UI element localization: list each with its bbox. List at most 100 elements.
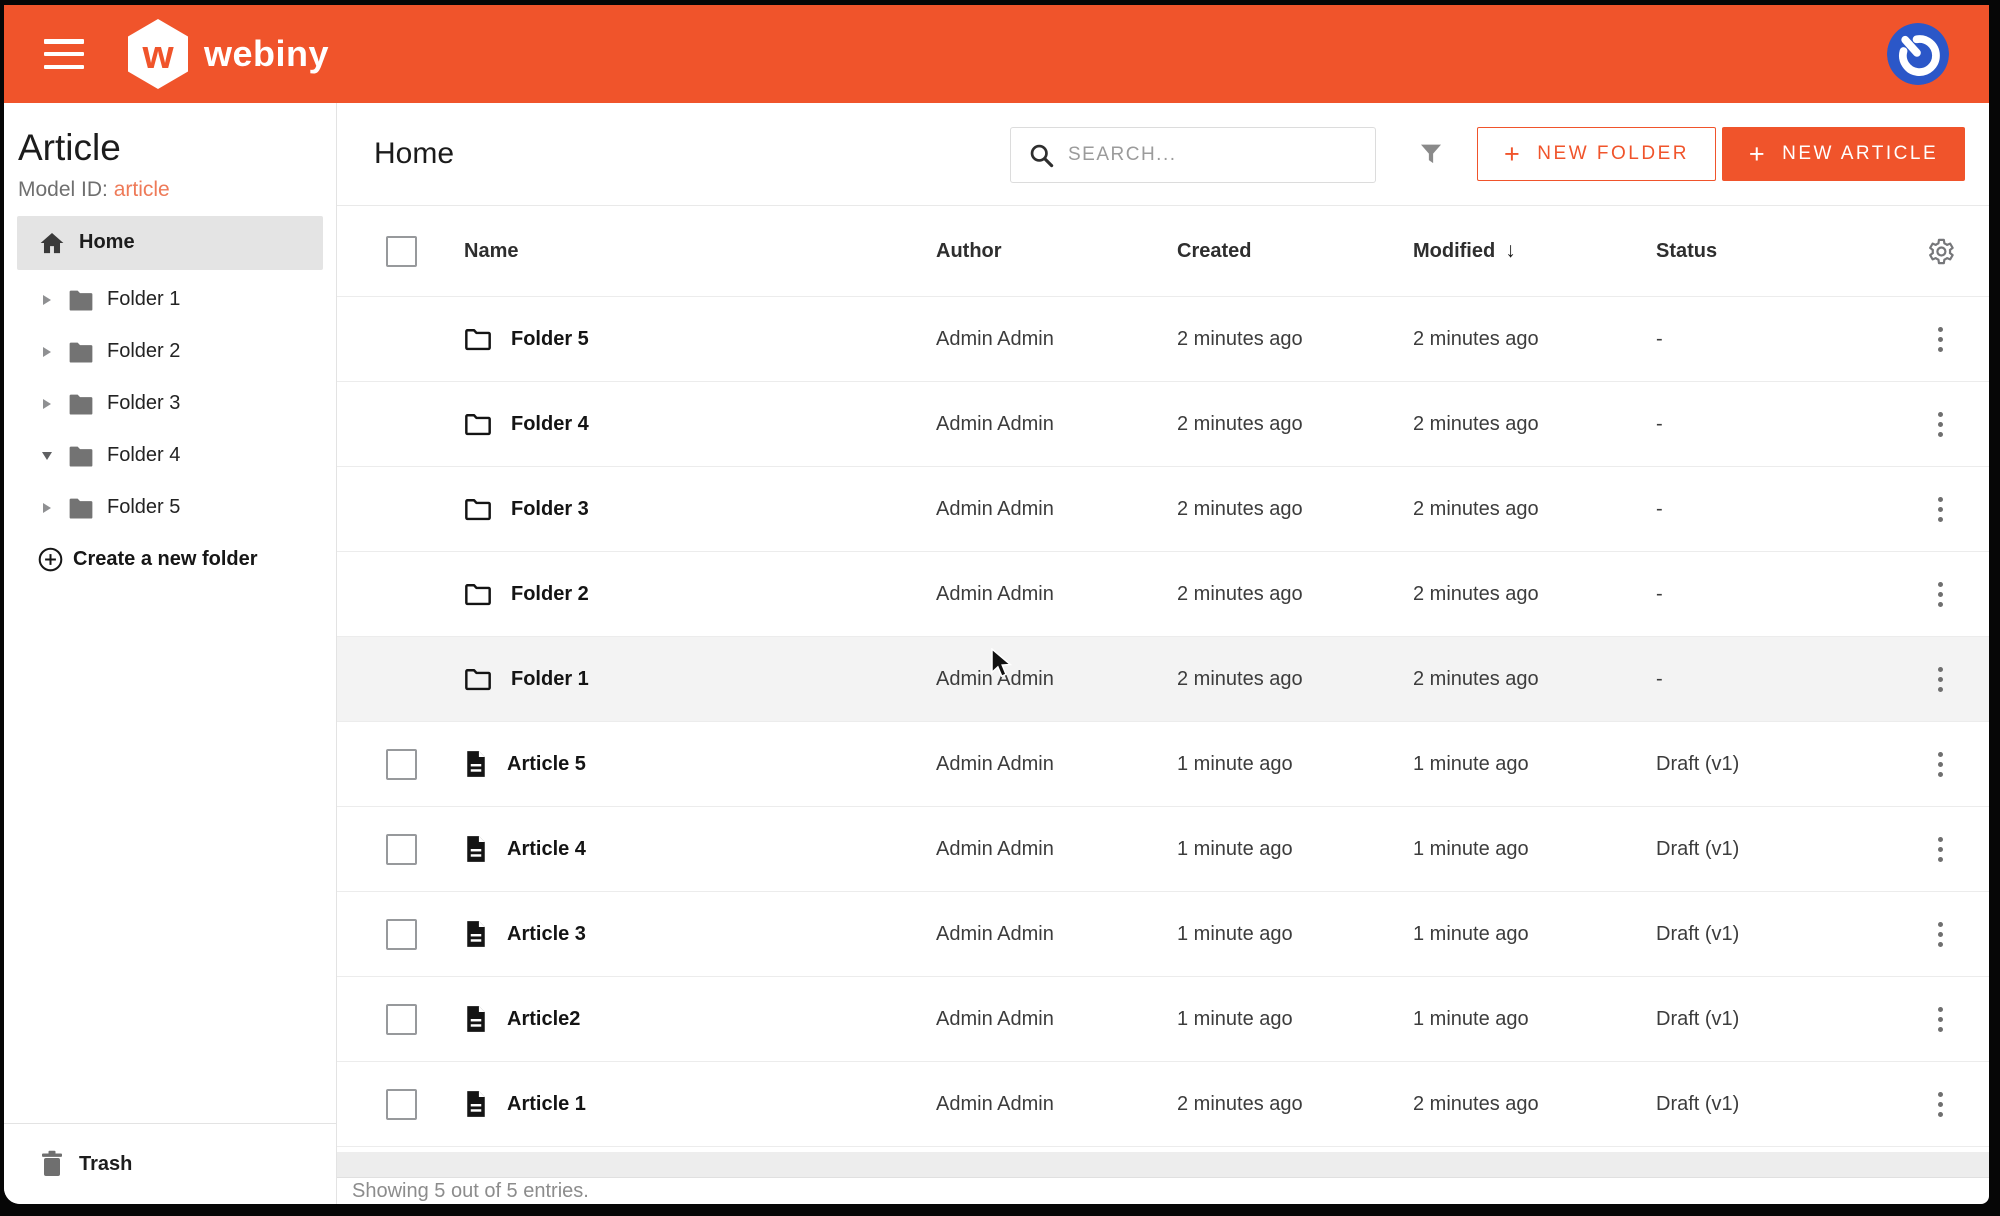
new-article-button[interactable]: + NEW ARTICLE [1722,127,1965,181]
name-cell[interactable]: Folder 3 [464,497,936,521]
row-actions-menu-button[interactable] [1932,831,1949,868]
row-actions-menu-button[interactable] [1932,1001,1949,1038]
user-avatar[interactable] [1887,23,1949,85]
row-modified: 2 minutes ago [1413,583,1656,606]
tree-caret-collapsed-icon[interactable] [40,399,54,409]
column-header-modified[interactable]: Modified ↓ [1413,239,1656,263]
row-author: Admin Admin [936,413,1177,436]
row-checkbox[interactable] [386,1004,417,1035]
horizontal-scrollbar-track[interactable] [337,1152,1989,1177]
select-all-checkbox[interactable] [386,236,417,267]
name-cell[interactable]: Article 4 [464,835,936,863]
table-row[interactable]: Article2 Admin Admin 1 minute ago 1 minu… [337,977,1989,1062]
row-status: Draft (v1) [1656,753,1891,776]
hamburger-menu-icon[interactable] [44,39,84,69]
row-checkbox[interactable] [386,834,417,865]
table-row[interactable]: Article 3 Admin Admin 1 minute ago 1 min… [337,892,1989,977]
tree-caret-expanded-icon[interactable] [40,452,54,460]
name-cell[interactable]: Folder 4 [464,412,936,436]
row-author: Admin Admin [936,498,1177,521]
row-author: Admin Admin [936,1093,1177,1116]
row-created: 2 minutes ago [1177,498,1413,521]
row-name: Article 3 [507,923,586,946]
plus-circle-icon [37,546,64,573]
sidebar-item-trash[interactable]: Trash [4,1123,336,1204]
sidebar-folder-label: Folder 5 [107,496,180,519]
sidebar-folder-item[interactable]: Folder 3 [4,378,336,430]
new-folder-button[interactable]: + NEW FOLDER [1477,127,1716,181]
row-author: Admin Admin [936,1008,1177,1031]
row-actions-menu-button[interactable] [1932,576,1949,613]
plus-icon: + [1749,141,1767,168]
name-cell[interactable]: Folder 5 [464,327,936,351]
search-input[interactable] [1055,127,1375,183]
row-actions-menu-button[interactable] [1932,661,1949,698]
row-actions-menu-button[interactable] [1932,746,1949,783]
sidebar-folder-label: Folder 4 [107,444,180,467]
content-toolbar: Home + NEW FOLDER [337,103,1989,206]
sidebar-item-home[interactable]: Home [17,216,323,270]
name-cell[interactable]: Folder 1 [464,667,936,691]
row-created: 2 minutes ago [1177,413,1413,436]
folder-outline-icon [464,412,492,436]
sidebar-folder-label: Folder 3 [107,392,180,415]
create-new-folder-button[interactable]: Create a new folder [4,534,336,586]
row-checkbox[interactable] [386,749,417,780]
tree-caret-collapsed-icon[interactable] [40,295,54,305]
row-name: Folder 1 [511,668,589,691]
row-checkbox[interactable] [386,1089,417,1120]
model-id-line: Model ID: article [18,178,322,202]
row-actions-menu-button[interactable] [1932,1086,1949,1123]
column-header-name[interactable]: Name [464,240,936,263]
row-status: - [1656,668,1891,691]
table-row[interactable]: Folder 3 Admin Admin 2 minutes ago 2 min… [337,467,1989,552]
tree-caret-collapsed-icon[interactable] [40,503,54,513]
row-name: Folder 2 [511,583,589,606]
folder-filled-icon [68,445,94,467]
row-modified: 2 minutes ago [1413,413,1656,436]
row-status: - [1656,328,1891,351]
sidebar-folder-label: Folder 1 [107,288,180,311]
main-content: Home + NEW FOLDER [337,103,1989,1204]
row-author: Admin Admin [936,328,1177,351]
row-actions-menu-button[interactable] [1932,916,1949,953]
row-checkbox[interactable] [386,919,417,950]
name-cell[interactable]: Folder 2 [464,582,936,606]
row-status: Draft (v1) [1656,838,1891,861]
folder-outline-icon [464,667,492,691]
sidebar-folder-item[interactable]: Folder 4 [4,430,336,482]
table-row[interactable]: Article 4 Admin Admin 1 minute ago 1 min… [337,807,1989,892]
row-actions-menu-button[interactable] [1932,491,1949,528]
table-row[interactable]: Folder 2 Admin Admin 2 minutes ago 2 min… [337,552,1989,637]
name-cell[interactable]: Article 5 [464,750,936,778]
row-modified: 2 minutes ago [1413,1093,1656,1116]
document-icon [464,750,488,778]
column-header-created[interactable]: Created [1177,240,1413,263]
row-actions-menu-button[interactable] [1932,406,1949,443]
svg-text:w: w [141,33,174,77]
table-footer: Showing 5 out of 5 entries. [337,1177,1989,1204]
filter-button[interactable] [1411,134,1451,174]
table-row[interactable]: Folder 4 Admin Admin 2 minutes ago 2 min… [337,382,1989,467]
row-actions-menu-button[interactable] [1932,321,1949,358]
sidebar-folder-item[interactable]: Folder 2 [4,326,336,378]
table-row[interactable]: Folder 1 Admin Admin 2 minutes ago 2 min… [337,637,1989,722]
document-icon [464,1005,488,1033]
row-modified: 1 minute ago [1413,753,1656,776]
row-author: Admin Admin [936,668,1177,691]
table-row[interactable]: Article 1 Admin Admin 2 minutes ago 2 mi… [337,1062,1989,1147]
name-cell[interactable]: Article 3 [464,920,936,948]
row-author: Admin Admin [936,583,1177,606]
row-author: Admin Admin [936,753,1177,776]
name-cell[interactable]: Article 1 [464,1090,936,1118]
table-row[interactable]: Article 5 Admin Admin 1 minute ago 1 min… [337,722,1989,807]
sidebar-folder-item[interactable]: Folder 1 [4,274,336,326]
tree-caret-collapsed-icon[interactable] [40,347,54,357]
table-row[interactable]: Folder 5 Admin Admin 2 minutes ago 2 min… [337,297,1989,382]
name-cell[interactable]: Article2 [464,1005,936,1033]
sidebar-folder-item[interactable]: Folder 5 [4,482,336,534]
column-header-author[interactable]: Author [936,240,1177,263]
column-settings-button[interactable] [1891,236,1989,267]
column-header-status[interactable]: Status [1656,240,1891,263]
search-icon [1028,142,1055,169]
